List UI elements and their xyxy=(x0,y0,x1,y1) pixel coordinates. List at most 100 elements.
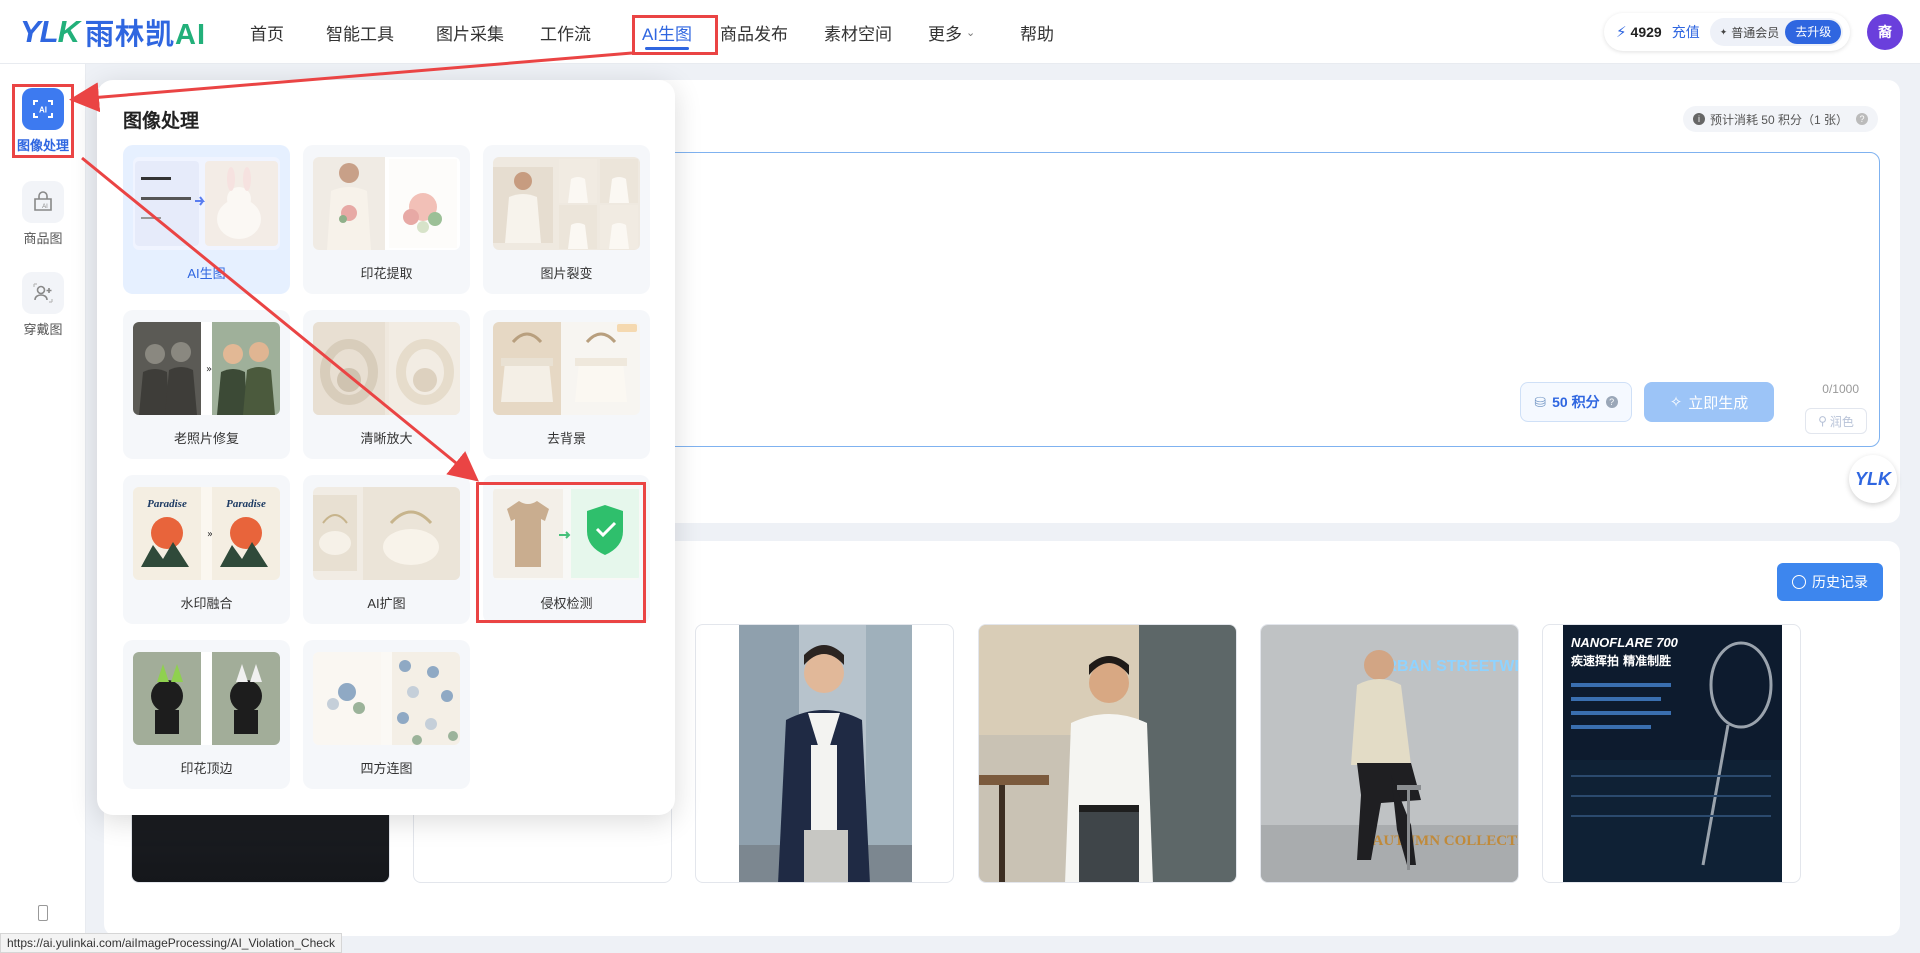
sidebar-item-wear-image[interactable]: 穿戴图 xyxy=(0,272,86,338)
racket-brand-text: NANOFLARE 700 xyxy=(1571,635,1679,650)
svg-text:»: » xyxy=(206,364,212,375)
nav-smart-tools[interactable]: 智能工具 xyxy=(326,0,434,64)
polish-button[interactable]: ⚲ 润色 xyxy=(1805,408,1867,434)
nav-material-space[interactable]: 素材空间 xyxy=(824,0,914,64)
sidebar-item-label: 穿戴图 xyxy=(23,322,63,337)
nav-home[interactable]: 首页 xyxy=(250,0,318,64)
mobile-icon[interactable] xyxy=(38,905,48,921)
coins-icon: ⛁ xyxy=(1534,393,1547,410)
user-avatar[interactable]: 裔 xyxy=(1867,14,1903,50)
clock-icon xyxy=(1792,575,1806,589)
man-white-shirt-thumb[interactable] xyxy=(978,624,1237,883)
help-icon: ? xyxy=(1605,396,1618,408)
char-counter: 0/1000 xyxy=(1822,382,1859,396)
tool-label: 水印融合 xyxy=(180,596,233,611)
racket-slogan-text: 疾速挥拍 精准制胜 xyxy=(1571,653,1671,668)
print-extract-preview xyxy=(313,157,460,250)
chevron-down-icon: ⌄ xyxy=(966,26,976,39)
tool-label: 印花顶边 xyxy=(180,761,233,776)
tool-ai-outpaint[interactable]: AI扩图 xyxy=(303,475,470,624)
history-button[interactable]: 历史记录 xyxy=(1777,563,1883,601)
tool-infringement-check[interactable]: 侵权检测 xyxy=(483,475,650,624)
tool-seamless-pattern[interactable]: 四方连图 xyxy=(303,640,470,789)
svg-text:AI: AI xyxy=(39,106,47,115)
menu-title: 图像处理 xyxy=(123,111,200,132)
info-icon: i xyxy=(1692,113,1705,125)
tool-label: 老照片修复 xyxy=(173,431,239,446)
diamond-icon: ✦ xyxy=(1719,26,1728,37)
generate-label: 立即生成 xyxy=(1688,394,1749,412)
tool-upscale[interactable]: 清晰放大 xyxy=(303,310,470,459)
sidebar-item-label: 图像处理 xyxy=(16,138,69,153)
nav-help[interactable]: 帮助 xyxy=(1020,0,1080,64)
tool-print-edge[interactable]: 印花顶边 xyxy=(123,640,290,789)
image-processing-menu: 图像处理 AI生图 印花提取 图片裂变 » 老照片修复 清晰放大 去背景 Par… xyxy=(97,80,675,815)
tool-label: 图片裂变 xyxy=(540,266,593,281)
svg-text:Paradise: Paradise xyxy=(226,498,266,510)
tool-label: AI扩图 xyxy=(367,596,406,611)
logo-mark: YLK xyxy=(20,14,80,49)
man-navy-blazer-thumb[interactable] xyxy=(695,624,954,883)
shop-ai-icon: AI xyxy=(22,181,64,223)
nav-more[interactable]: 更多 ⌄ xyxy=(928,0,1006,64)
nav-image-collect[interactable]: 图片采集 xyxy=(436,0,528,64)
sparkle-icon: ✧ xyxy=(1669,394,1683,411)
assistant-float-button[interactable]: YLK xyxy=(1849,455,1897,503)
brand-logo[interactable]: YLK 雨林凯AI xyxy=(20,14,207,51)
help-icon[interactable]: ? xyxy=(1856,113,1868,125)
member-badge: ✦ 普通会员 去升级 xyxy=(1709,18,1844,46)
credit-cost-label: 50 积分 xyxy=(1552,394,1600,410)
main-nav: 首页 智能工具 图片采集 工作流 AI生图 商品发布 素材空间 更多 ⌄ 帮助 xyxy=(250,0,1080,64)
tool-image-variation[interactable]: 图片裂变 xyxy=(483,145,650,294)
seamless-pattern-preview xyxy=(313,652,460,745)
nav-workflow[interactable]: 工作流 xyxy=(540,0,610,64)
upgrade-button[interactable]: 去升级 xyxy=(1785,20,1842,44)
cost-hint-text: 预计消耗 50 积分（1 张） xyxy=(1709,112,1848,127)
print-edge-preview xyxy=(133,652,280,745)
tool-label: 去背景 xyxy=(546,431,586,446)
tool-label: 侵权检测 xyxy=(540,596,593,611)
sidebar-item-label: 商品图 xyxy=(23,231,63,246)
tool-ai-generate[interactable]: AI生图 xyxy=(123,145,290,294)
svg-text:Paradise: Paradise xyxy=(147,498,187,510)
history-label: 历史记录 xyxy=(1812,574,1868,590)
recharge-link[interactable]: 充值 xyxy=(1672,22,1700,42)
tool-watermark-blend[interactable]: Paradise » Paradise 水印融合 xyxy=(123,475,290,624)
logo-text: 雨林凯AI xyxy=(85,19,207,51)
image-variation-preview xyxy=(493,157,640,250)
lightning-icon: ⚡ xyxy=(1616,24,1627,41)
credit-cost-button[interactable]: ⛁ 50 积分 ? xyxy=(1520,382,1632,422)
cost-estimate: i 预计消耗 50 积分（1 张） ? xyxy=(1682,106,1878,132)
ai-outpaint-preview xyxy=(313,487,460,580)
old-photo-restore-preview: » xyxy=(133,322,280,415)
tool-old-photo-restore[interactable]: » 老照片修复 xyxy=(123,310,290,459)
urban-streetwear-thumb[interactable]: URBAN STREETWEAR AUTUMN COLLECTION xyxy=(1260,624,1519,883)
tool-print-extract[interactable]: 印花提取 xyxy=(303,145,470,294)
nanoflare-racket-thumb[interactable]: NANOFLARE 700 疾速挥拍 精准制胜 xyxy=(1542,624,1801,883)
ai-generate-preview xyxy=(133,157,280,250)
collection-caption: AUTUMN COLLECTION xyxy=(1373,833,1519,849)
svg-text:AI: AI xyxy=(42,204,48,210)
tool-label: AI生图 xyxy=(187,266,226,281)
sidebar-item-product-image[interactable]: AI 商品图 xyxy=(0,181,86,247)
nav-product-publish[interactable]: 商品发布 xyxy=(720,0,810,64)
remove-background-preview xyxy=(493,322,640,415)
status-bar-url: https://ai.yulinkai.com/aiImageProcessin… xyxy=(0,933,342,953)
tool-remove-background[interactable]: 去背景 xyxy=(483,310,650,459)
tool-label: 四方连图 xyxy=(360,761,413,776)
left-sidebar: AI 图像处理 AI 商品图 穿戴图 xyxy=(0,64,86,953)
member-level: 普通会员 xyxy=(1731,25,1780,40)
generate-button[interactable]: ✧ 立即生成 xyxy=(1644,382,1774,422)
wand-icon: ⚲ xyxy=(1818,414,1827,428)
ai-image-icon: AI xyxy=(22,88,64,130)
neon-sign-text: URBAN STREETWEAR xyxy=(1374,658,1519,675)
person-add-icon xyxy=(22,272,64,314)
credit-balance: 4929 xyxy=(1630,24,1662,40)
sidebar-item-image-processing[interactable]: AI 图像处理 xyxy=(0,88,86,154)
upscale-preview xyxy=(313,322,460,415)
top-navbar: YLK 雨林凯AI 首页 智能工具 图片采集 工作流 AI生图 商品发布 素材空… xyxy=(0,0,1920,64)
infringement-check-preview xyxy=(493,487,640,580)
tool-label: 清晰放大 xyxy=(360,431,413,446)
nav-ai-image[interactable]: AI生图 xyxy=(622,0,712,64)
tool-label: 印花提取 xyxy=(360,266,413,281)
